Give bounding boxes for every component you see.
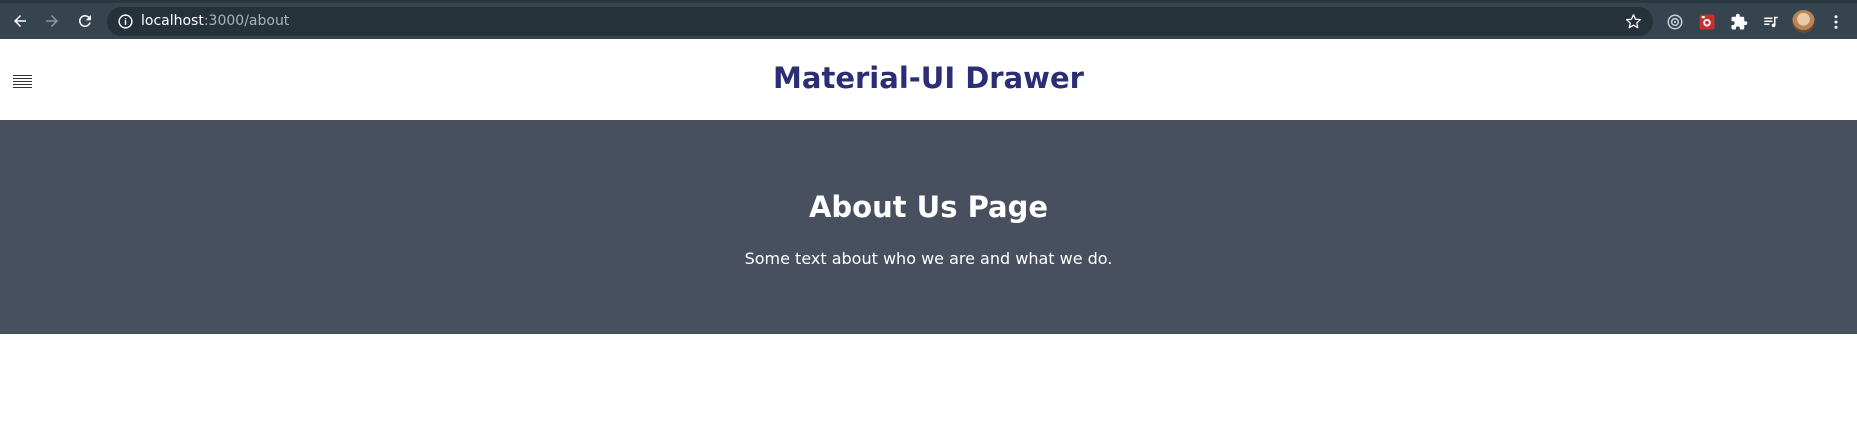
red-extension-icon[interactable]	[1696, 11, 1718, 33]
reload-icon[interactable]	[73, 9, 97, 33]
app-header: Material-UI Drawer	[0, 39, 1857, 120]
site-info-icon[interactable]	[117, 13, 134, 30]
url-text[interactable]: localhost:3000/about	[141, 12, 289, 31]
hero-section: About Us Page Some text about who we are…	[0, 120, 1857, 334]
media-queue-icon[interactable]	[1760, 11, 1782, 33]
page-description: Some text about who we are and what we d…	[744, 249, 1113, 268]
url-path: :3000/about	[203, 13, 290, 29]
profile-avatar[interactable]	[1792, 10, 1815, 33]
target-extension-icon[interactable]	[1664, 11, 1686, 33]
app-title: Material-UI Drawer	[773, 61, 1084, 95]
page-title: About Us Page	[808, 190, 1049, 224]
star-icon[interactable]	[1624, 12, 1643, 31]
address-bar[interactable]: localhost:3000/about	[107, 7, 1653, 36]
kebab-menu-icon[interactable]	[1825, 11, 1847, 33]
back-arrow-icon[interactable]	[8, 9, 32, 33]
forward-arrow-icon[interactable]	[40, 9, 64, 33]
browser-toolbar: localhost:3000/about	[0, 0, 1857, 39]
puzzle-extensions-icon[interactable]	[1728, 11, 1750, 33]
url-host: localhost	[141, 13, 204, 29]
